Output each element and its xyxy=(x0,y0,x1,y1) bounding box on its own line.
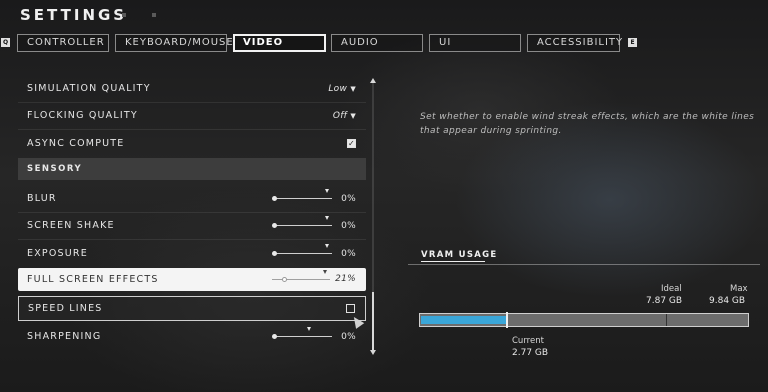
divider xyxy=(18,129,366,130)
section-header-sensory: SENSORY xyxy=(18,158,366,180)
setting-label: FULL SCREEN EFFECTS xyxy=(27,274,159,285)
setting-blur[interactable]: BLUR 0% xyxy=(18,186,366,212)
setting-value: 21% xyxy=(335,274,356,284)
slider-knob[interactable] xyxy=(272,196,277,201)
page-title: SETTINGS xyxy=(20,6,128,24)
setting-label: BLUR xyxy=(27,193,57,204)
vram-title-underline xyxy=(421,261,485,262)
setting-flocking-quality[interactable]: FLOCKING QUALITY Off ▼ xyxy=(18,103,366,129)
right-bumper-icon[interactable]: E xyxy=(628,38,637,47)
setting-screen-shake[interactable]: SCREEN SHAKE 0% xyxy=(18,213,366,239)
setting-dropdown-value[interactable]: Low ▼ xyxy=(328,76,356,102)
setting-label: SPEED LINES xyxy=(28,303,103,314)
divider xyxy=(18,239,366,240)
left-bumper-icon[interactable]: Q xyxy=(1,38,10,47)
slider-default-marker-icon xyxy=(325,244,329,248)
slider-default-marker-icon xyxy=(323,270,327,274)
slider-knob[interactable] xyxy=(272,334,277,339)
setting-full-screen-effects[interactable]: FULL SCREEN EFFECTS 21% xyxy=(18,268,366,291)
screen-shake-slider[interactable] xyxy=(272,216,332,228)
full-screen-effects-slider[interactable] xyxy=(272,270,330,282)
slider-knob[interactable] xyxy=(272,251,277,256)
scroll-down-arrow-icon[interactable] xyxy=(370,350,376,355)
setting-speed-lines[interactable]: SPEED LINES xyxy=(18,296,366,321)
vram-usage-bar xyxy=(419,312,749,328)
slider-default-marker-icon xyxy=(307,327,311,331)
setting-value: 0% xyxy=(341,332,356,342)
vram-ideal-label: Ideal xyxy=(661,284,682,294)
setting-sharpening[interactable]: SHARPENING 0% xyxy=(18,324,366,350)
setting-label: SIMULATION QUALITY xyxy=(27,83,151,94)
vram-usage-title: VRAM USAGE xyxy=(421,250,498,260)
speed-lines-checkbox[interactable] xyxy=(346,304,355,313)
vram-current-label: Current xyxy=(512,336,544,346)
tab-video[interactable]: VIDEO xyxy=(233,34,326,52)
slider-default-marker-icon xyxy=(325,216,329,220)
page-dot xyxy=(152,13,156,17)
scrollbar-thumb[interactable] xyxy=(372,292,374,352)
setting-simulation-quality[interactable]: SIMULATION QUALITY Low ▼ xyxy=(18,76,366,102)
dropdown-arrow-icon: ▼ xyxy=(350,85,356,93)
setting-label: SHARPENING xyxy=(27,331,102,342)
slider-default-marker-icon xyxy=(325,189,329,193)
setting-async-compute[interactable]: ASYNC COMPUTE xyxy=(18,131,366,157)
vram-max-label: Max xyxy=(730,284,748,294)
scrollbar[interactable] xyxy=(372,82,374,352)
tab-accessibility[interactable]: ACCESSIBILITY xyxy=(527,34,622,52)
exposure-slider[interactable] xyxy=(272,244,332,256)
setting-value: 0% xyxy=(341,249,356,259)
slider-knob[interactable] xyxy=(272,223,277,228)
setting-value: 0% xyxy=(341,194,356,204)
setting-label: ASYNC COMPUTE xyxy=(27,138,125,149)
setting-value: 0% xyxy=(341,221,356,231)
setting-exposure[interactable]: EXPOSURE 0% xyxy=(18,241,366,267)
setting-dropdown-value[interactable]: Off ▼ xyxy=(333,103,356,129)
tab-ui[interactable]: UI xyxy=(429,34,521,52)
vram-max-value: 9.84 GB xyxy=(709,296,746,306)
vram-ideal-marker xyxy=(666,314,667,326)
vram-ideal-value: 7.87 GB xyxy=(646,296,683,306)
vram-current-fill xyxy=(421,316,506,324)
slider-knob[interactable] xyxy=(282,277,288,282)
tab-keyboard-mouse[interactable]: KEYBOARD/MOUSE xyxy=(115,34,233,52)
setting-label: FLOCKING QUALITY xyxy=(27,110,138,121)
divider xyxy=(408,264,760,265)
sharpening-slider[interactable] xyxy=(272,327,332,339)
dropdown-arrow-icon: ▼ xyxy=(350,112,356,120)
setting-label: EXPOSURE xyxy=(27,248,88,259)
page-indicator xyxy=(122,13,156,17)
setting-label: SCREEN SHAKE xyxy=(27,220,115,231)
blur-slider[interactable] xyxy=(272,189,332,201)
tab-audio[interactable]: AUDIO xyxy=(331,34,423,52)
vram-current-value: 2.77 GB xyxy=(512,348,549,358)
async-compute-checkbox[interactable] xyxy=(347,131,356,157)
page-dot xyxy=(122,13,126,17)
tab-controller[interactable]: CONTROLLER xyxy=(17,34,109,52)
vram-current-marker xyxy=(506,312,508,328)
setting-description: Set whether to enable wind streak effect… xyxy=(420,112,755,136)
